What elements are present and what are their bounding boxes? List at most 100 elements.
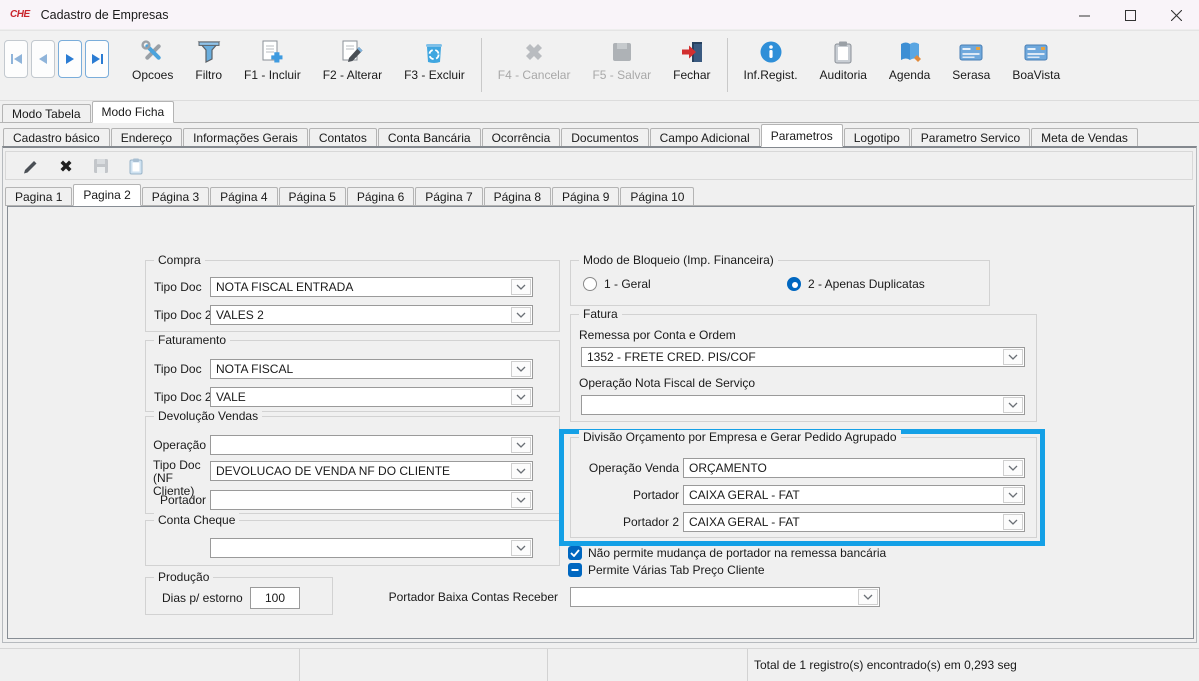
tab-label: Página 10	[630, 190, 684, 204]
filter-icon	[196, 39, 222, 65]
operacao-venda-combo[interactable]: ORÇAMENTO	[683, 458, 1025, 478]
field-label: Tipo Doc 2	[154, 309, 212, 322]
first-record-button[interactable]	[4, 40, 28, 78]
dropdown-button[interactable]	[511, 279, 531, 295]
tab-contatos[interactable]: Contatos	[309, 128, 377, 146]
agenda-button[interactable]: Agenda	[878, 37, 941, 84]
chevron-down-icon	[516, 312, 526, 318]
tab-ocorrencia[interactable]: Ocorrência	[482, 128, 561, 146]
tab-label: Parametros	[771, 129, 833, 143]
divisao-portador-combo[interactable]: CAIXA GERAL - FAT	[683, 485, 1025, 505]
toolbar-separator	[481, 38, 482, 92]
record-info-button[interactable]: Inf.Regist.	[733, 37, 809, 84]
portador-baixa-combo[interactable]	[570, 587, 880, 607]
tab-pagina-2[interactable]: Pagina 2	[73, 184, 140, 206]
dropdown-button[interactable]	[511, 540, 531, 556]
edit-pencil-button[interactable]	[21, 156, 41, 176]
f2-alter-button[interactable]: F2 - Alterar	[312, 37, 393, 84]
app-logo-icon: CHE	[10, 9, 30, 20]
tab-label: Endereço	[121, 131, 172, 145]
field-label: Tipo Doc	[154, 281, 202, 294]
tab-pagina-6[interactable]: Página 6	[347, 187, 414, 205]
tab-logotipo[interactable]: Logotipo	[844, 128, 910, 146]
group-legend: Devolução Vendas	[154, 409, 262, 424]
dropdown-button[interactable]	[1003, 514, 1023, 530]
tab-pagina-4[interactable]: Página 4	[210, 187, 277, 205]
tab-pagina-5[interactable]: Página 5	[279, 187, 346, 205]
radio-geral[interactable]: 1 - Geral	[583, 277, 651, 291]
serasa-button[interactable]: Serasa	[941, 37, 1001, 84]
chevron-down-icon	[516, 394, 526, 400]
devolucao-portador-combo[interactable]	[210, 490, 533, 510]
tab-parametro-servico[interactable]: Parametro Servico	[911, 128, 1030, 146]
tab-informacoes-gerais[interactable]: Informações Gerais	[183, 128, 308, 146]
tab-pagina-10[interactable]: Página 10	[620, 187, 694, 205]
tab-meta-de-vendas[interactable]: Meta de Vendas	[1031, 128, 1138, 146]
pagina-2-panel: Compra Tipo Doc NOTA FISCAL ENTRADA Tipo…	[7, 206, 1194, 639]
tab-pagina-9[interactable]: Página 9	[552, 187, 619, 205]
options-button[interactable]: Opcoes	[121, 37, 184, 84]
f1-include-button[interactable]: F1 - Incluir	[233, 37, 312, 84]
field-label: Tipo Doc 2	[154, 391, 212, 404]
tab-pagina-7[interactable]: Página 7	[415, 187, 482, 205]
field-label: Portador Baixa Contas Receber	[388, 591, 558, 604]
boavista-button[interactable]: BoaVista	[1001, 37, 1071, 84]
devolucao-operacao-combo[interactable]	[210, 435, 533, 455]
checkbox-permite-varias-tab[interactable]: Permite Várias Tab Preço Cliente	[568, 563, 765, 577]
compra-tipo-doc-combo[interactable]: NOTA FISCAL ENTRADA	[210, 277, 533, 297]
filter-button[interactable]: Filtro	[184, 37, 233, 84]
operacao-nf-servico-combo[interactable]	[581, 395, 1025, 415]
dropdown-button[interactable]	[1003, 349, 1023, 365]
group-producao: Produção Dias p/ estorno 100	[145, 577, 333, 615]
section-tab-bar: Cadastro básico Endereço Informações Ger…	[0, 123, 1199, 146]
chevron-down-icon	[1008, 519, 1018, 525]
audit-button[interactable]: Auditoria	[809, 37, 878, 84]
f3-delete-button[interactable]: F3 - Excluir	[393, 37, 476, 84]
tab-label: Campo Adicional	[660, 131, 750, 145]
dropdown-button[interactable]	[1003, 460, 1023, 476]
checkbox-nao-permite-mudanca[interactable]: Não permite mudança de portador na remes…	[568, 546, 886, 560]
faturamento-tipo-doc2-combo[interactable]: VALE	[210, 387, 533, 407]
combo-value: NOTA FISCAL	[216, 362, 511, 376]
remessa-conta-ordem-combo[interactable]: 1352 - FRETE CRED. PIS/COF	[581, 347, 1025, 367]
tab-pagina-3[interactable]: Página 3	[142, 187, 209, 205]
dropdown-button[interactable]	[1003, 487, 1023, 503]
tab-cadastro-basico[interactable]: Cadastro básico	[3, 128, 110, 146]
maximize-button[interactable]	[1107, 0, 1153, 30]
dropdown-button[interactable]	[511, 492, 531, 508]
minimize-button[interactable]	[1061, 0, 1107, 30]
tab-endereco[interactable]: Endereço	[111, 128, 182, 146]
last-record-button[interactable]	[85, 40, 109, 78]
tab-campo-adicional[interactable]: Campo Adicional	[650, 128, 760, 146]
dropdown-button[interactable]	[511, 463, 531, 479]
paste-button[interactable]	[126, 156, 146, 176]
dropdown-button[interactable]	[1003, 397, 1023, 413]
radio-apenas-duplicatas[interactable]: 2 - Apenas Duplicatas	[787, 277, 925, 291]
dias-estorno-input[interactable]: 100	[250, 587, 300, 609]
dropdown-button[interactable]	[511, 437, 531, 453]
tab-modo-tabela[interactable]: Modo Tabela	[2, 104, 91, 122]
next-record-button[interactable]	[58, 40, 82, 78]
dropdown-button[interactable]	[511, 361, 531, 377]
close-form-button[interactable]: Fechar	[662, 37, 721, 84]
tab-pagina-8[interactable]: Página 8	[484, 187, 551, 205]
dropdown-button[interactable]	[511, 389, 531, 405]
tab-modo-ficha[interactable]: Modo Ficha	[92, 101, 175, 123]
cancel-edit-button[interactable]	[56, 156, 76, 176]
tab-pagina-1[interactable]: Pagina 1	[5, 187, 72, 205]
tab-conta-bancaria[interactable]: Conta Bancária	[378, 128, 481, 146]
dropdown-button[interactable]	[511, 307, 531, 323]
divisao-portador2-combo[interactable]: CAIXA GERAL - FAT	[683, 512, 1025, 532]
devolucao-tipo-doc-nf-combo[interactable]: DEVOLUCAO DE VENDA NF DO CLIENTE	[210, 461, 533, 481]
close-button[interactable]	[1153, 0, 1199, 30]
faturamento-tipo-doc-combo[interactable]: NOTA FISCAL	[210, 359, 533, 379]
compra-tipo-doc2-combo[interactable]: VALES 2	[210, 305, 533, 325]
previous-record-button[interactable]	[31, 40, 55, 78]
conta-cheque-combo[interactable]	[210, 538, 533, 558]
first-record-icon	[10, 53, 23, 65]
tab-documentos[interactable]: Documentos	[561, 128, 648, 146]
group-legend: Divisão Orçamento por Empresa e Gerar Pe…	[579, 430, 901, 445]
group-fatura: Fatura Remessa por Conta e Ordem 1352 - …	[570, 314, 1037, 422]
dropdown-button[interactable]	[858, 589, 878, 605]
tab-parametros[interactable]: Parametros	[761, 124, 843, 147]
